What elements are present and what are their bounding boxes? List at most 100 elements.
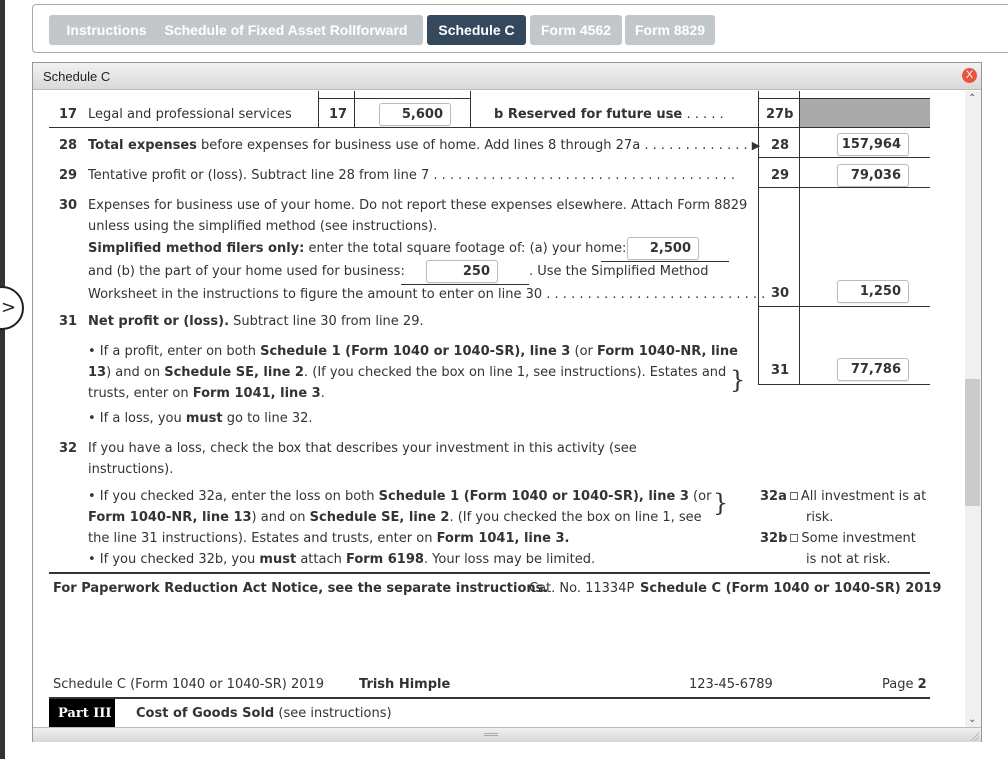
line-28-box-label: 28 [771,138,790,153]
grid-line [799,187,800,306]
option-32a-text-2: risk. [806,510,834,525]
underline [401,284,529,285]
grid-line [758,306,759,384]
brace-icon: } [730,366,746,394]
row-divider [758,157,930,158]
line-27b-shaded-cell [800,99,930,127]
line-31-box-label: 31 [771,363,790,378]
chevron-up-icon[interactable]: ⌃ [968,93,976,104]
line-28-label: Total expenses before expenses for busin… [88,138,761,153]
option-32b: 32b Some investment [760,531,916,546]
drag-grip-icon[interactable] [484,733,498,736]
line-30-box-label: 30 [771,286,790,301]
scrollbar-thumb[interactable] [965,379,980,506]
tab-form-8829[interactable]: Form 8829 [625,15,715,45]
line-32-text-1: If you have a loss, check the box that d… [88,441,637,456]
line-30-text-1: Expenses for business use of your home. … [88,198,748,213]
line-30-text-3: Simplified method filers only: enter the… [88,241,627,256]
part-3-label: Part III [49,699,115,727]
taxpayer-ssn: 123-45-6789 [689,677,773,692]
paperwork-notice: For Paperwork Reduction Act Notice, see … [53,581,549,596]
line-27b-dots: . . . . . . . [670,107,724,122]
dialog-title: Schedule C [43,69,111,84]
taxpayer-name: Trish Himple [359,677,451,692]
line-28-input[interactable]: 157,964 [837,133,909,156]
section-divider [49,697,930,699]
row-divider [758,187,930,188]
row-divider [758,384,930,385]
left-edge-bar [0,0,5,759]
line-17-number: 17 [59,107,78,122]
line-17-label: Legal and professional services [88,107,292,122]
line-31-bullet-1c: trusts, enter on Form 1041, line 3. [88,386,325,401]
row-divider [49,127,930,128]
line-32-bullet-1b: Form 1040-NR, line 13) and on Schedule S… [88,510,702,525]
dialog-footer [33,727,981,742]
line-32-number: 32 [59,441,78,456]
line-32-bullet-1a: • If you checked 32a, enter the loss on … [88,489,712,504]
line-31-bullet-1a: • If a profit, enter on both Schedule 1 … [88,344,738,359]
line-31-bullet-1b: 13) and on Schedule SE, line 2. (If you … [88,365,727,380]
side-panel-toggle[interactable]: > [0,286,24,330]
form-content: 17 Legal and professional services 17 5,… [33,91,965,727]
line-27b-label: b Reserved for future use [494,107,683,122]
checkbox-32a[interactable] [789,491,798,500]
line-32-bullet-1c: the line 31 instructions). Estates and t… [88,531,570,546]
grid-line [318,91,319,127]
row-divider [758,306,930,307]
grid-line [758,91,759,127]
grid-line [354,91,355,127]
brace-icon: } [713,489,729,517]
cat-number: Cat. No. 11334P [529,581,635,596]
line-31-label: Net profit or (loss). Subtract line 30 f… [88,314,424,329]
line-30-number: 30 [59,198,78,213]
tab-form-4562[interactable]: Form 4562 [530,15,622,45]
resize-handle-icon[interactable] [969,731,979,741]
vertical-scrollbar[interactable]: ⌃ ⌄ [965,91,981,727]
line-30-input[interactable]: 1,250 [837,280,909,303]
line-17-box-label: 17 [329,107,348,122]
line-30-text-2: unless using the simplified method (see … [88,219,438,234]
line-30-text-4: and (b) the part of your home used for b… [88,264,405,279]
form-footer-name: Schedule C (Form 1040 or 1040-SR) 2019 [640,581,942,596]
grid-line [758,187,759,306]
grid-line [318,98,470,99]
section-divider [49,572,930,574]
part-3-title: Cost of Goods Sold (see instructions) [136,706,392,721]
option-32a: 32a All investment is at [760,489,927,504]
line-29-input[interactable]: 79,036 [837,164,909,187]
chevron-right-icon: > [1,297,17,318]
line-29-box-label: 29 [771,168,790,183]
schedule-c-dialog: Schedule C X 17 Legal and professional s… [32,62,982,742]
grid-line [470,91,471,127]
line-32-bullet-2: • If you checked 32b, you must attach Fo… [88,552,596,567]
close-icon[interactable]: X [962,68,977,83]
tab-instructions[interactable]: Instructions [49,15,164,45]
option-32b-text-2: is not at risk. [806,552,891,567]
home-square-footage-input[interactable]: 2,500 [627,237,699,260]
tab-bar: Instructions Schedule of Fixed Asset Rol… [32,4,1008,53]
line-30-text-5: Worksheet in the instructions to figure … [88,287,766,302]
line-32-text-2: instructions). [88,462,174,477]
dialog-title-bar[interactable]: Schedule C X [33,63,981,90]
business-square-footage-input[interactable]: 250 [426,260,498,283]
line-31-number: 31 [59,314,78,329]
chevron-down-icon[interactable]: ⌄ [968,714,976,725]
line-31-input[interactable]: 77,786 [837,358,909,381]
tab-schedule-c[interactable]: Schedule C [427,15,526,45]
underline [601,261,729,262]
grid-line [799,306,800,384]
line-27b-box-label: 27b [766,107,794,122]
tab-fixed-asset-rollforward[interactable]: Schedule of Fixed Asset Rollforward [149,15,423,45]
grid-line [758,127,759,187]
line-29-number: 29 [59,168,78,183]
line-17-input[interactable]: 5,600 [379,103,451,126]
page2-form-name: Schedule C (Form 1040 or 1040-SR) 2019 [53,677,325,692]
line-31-bullet-2: • If a loss, you must go to line 32. [88,411,313,426]
line-28-number: 28 [59,138,78,153]
line-29-label: Tentative profit or (loss). Subtract lin… [88,168,736,183]
page-number: Page 2 [882,677,927,692]
checkbox-32b[interactable] [790,533,799,542]
grid-line [799,127,800,187]
line-30-text-4-rest: . Use the Simplified Method [529,264,709,279]
